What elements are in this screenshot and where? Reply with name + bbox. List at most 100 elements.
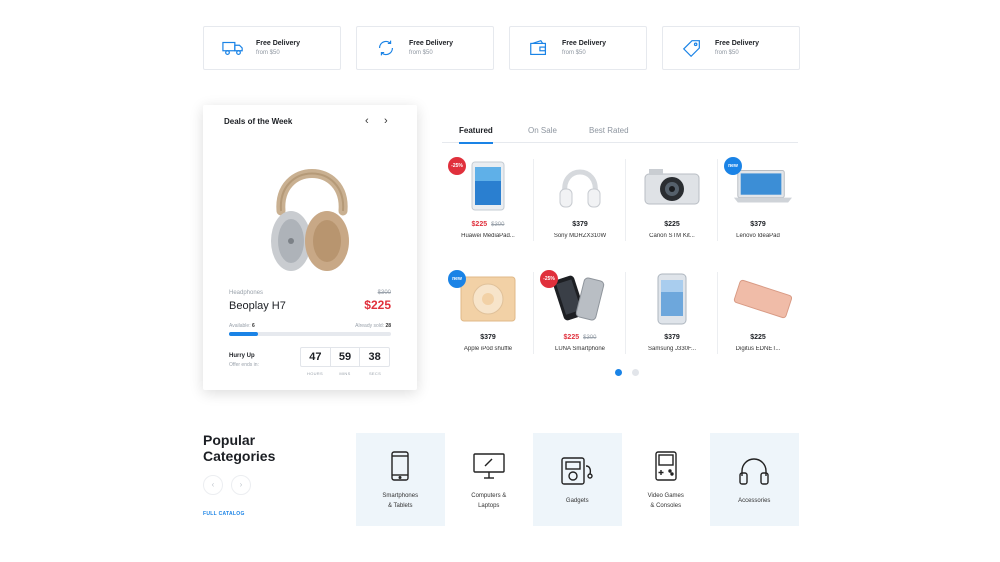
tab-on-sale[interactable]: On Sale	[528, 126, 557, 143]
product-card[interactable]: $225 Digitus EDNET...	[718, 268, 798, 360]
category-list: Smartphones & Tablets Computers & Laptop…	[356, 433, 799, 526]
product-image[interactable]	[642, 159, 702, 213]
product-card[interactable]: new $379 Lenovo IdeaPad	[718, 155, 798, 247]
features-strip: Free Delivery from $50 Free Delivery fro…	[203, 26, 800, 70]
deal-old-price: $300	[377, 290, 391, 296]
category-computers[interactable]: Computers & Laptops	[445, 433, 534, 526]
price: $225	[750, 334, 766, 341]
carousel-pagination	[615, 369, 639, 376]
countdown-timer: 47 59 38	[300, 347, 390, 367]
headphones-product-image[interactable]	[267, 141, 357, 281]
deal-progress-bar	[229, 332, 391, 336]
smartphone-icon	[383, 449, 417, 483]
feature-card-returns: Free Delivery from $50	[356, 26, 494, 70]
product-card[interactable]: -25% $225 $300 Huawei MediaPad...	[442, 155, 534, 247]
product-name[interactable]: Samsung J330F...	[626, 346, 718, 352]
timer-mins: 59	[331, 348, 361, 366]
feature-subtitle: from $50	[409, 49, 433, 56]
feature-card-delivery: Free Delivery from $50	[203, 26, 341, 70]
hurry-up-label: Hurry Up	[229, 353, 255, 359]
new-badge: new	[724, 157, 742, 175]
category-accessories[interactable]: Accessories	[710, 433, 799, 526]
product-tabs: Featured On Sale Best Rated	[442, 126, 798, 144]
tab-best-rated[interactable]: Best Rated	[589, 126, 629, 143]
category-smartphones[interactable]: Smartphones & Tablets	[356, 433, 445, 526]
deal-product-name[interactable]: Beoplay H7	[229, 300, 286, 312]
tag-icon	[679, 38, 705, 58]
pagination-dot-2[interactable]	[632, 369, 639, 376]
product-price: $225 $300	[442, 221, 534, 228]
deal-title: Deals of the Week	[224, 117, 293, 126]
tab-featured[interactable]: Featured	[459, 126, 493, 144]
category-label: Computers & Laptops	[471, 492, 507, 509]
refresh-icon	[373, 38, 399, 58]
product-image[interactable]	[732, 272, 792, 326]
category-gadgets[interactable]: Gadgets	[533, 433, 622, 526]
monitor-icon	[472, 449, 506, 483]
deal-prev-button[interactable]: ‹	[365, 115, 369, 127]
offer-ends-label: Offer ends in:	[229, 362, 259, 368]
pagination-dot-1[interactable]	[615, 369, 622, 376]
price: $379	[480, 334, 496, 341]
timer-labels: HOURS MINS SECS	[300, 371, 390, 376]
product-image[interactable]	[458, 272, 518, 326]
gameboy-icon	[649, 449, 683, 483]
popular-categories-title: Popular Categories	[203, 432, 276, 464]
sale-price: $225	[471, 221, 488, 228]
sale-badge: -25%	[540, 270, 558, 288]
price: $379	[664, 334, 680, 341]
deal-price: $225	[364, 298, 391, 312]
timer-mins-label: MINS	[339, 371, 351, 376]
product-image[interactable]	[550, 272, 610, 326]
timer-hours: 47	[301, 348, 331, 366]
category-video-games[interactable]: Video Games & Consoles	[622, 433, 711, 526]
timer-secs: 38	[368, 351, 381, 363]
product-name[interactable]: LUNA Smartphone	[534, 346, 626, 352]
price: $225	[664, 221, 680, 228]
product-card[interactable]: $379 Sony MDRZX310W	[534, 155, 626, 247]
deal-of-week-card[interactable]: Deals of the Week ‹ › Headphones $300 Be…	[203, 105, 417, 390]
feature-title: Free Delivery	[715, 39, 759, 47]
feature-subtitle: from $50	[562, 49, 586, 56]
product-image[interactable]	[458, 159, 518, 213]
feature-subtitle: from $50	[715, 49, 739, 56]
product-image[interactable]	[550, 159, 610, 213]
product-card[interactable]: new $379 Apple iPod shuffle	[442, 268, 534, 360]
timer-secs-label: SECS	[368, 371, 382, 376]
product-price: $225	[626, 221, 718, 228]
old-price: $300	[491, 222, 505, 228]
category-label: Accessories	[738, 497, 771, 504]
product-name[interactable]: Digitus EDNET...	[718, 346, 798, 352]
categories-prev-button[interactable]: ‹	[203, 475, 223, 495]
product-name[interactable]: Apple iPod shuffle	[442, 346, 534, 352]
product-card[interactable]: $225 Canon STM Kit...	[626, 155, 718, 247]
deal-available: Available: 6	[229, 323, 255, 329]
sale-badge: -25%	[448, 157, 466, 175]
sold-label: Already sold:	[355, 323, 385, 329]
product-name[interactable]: Huawei MediaPad...	[442, 233, 534, 239]
deal-next-button[interactable]: ›	[384, 115, 388, 127]
feature-card-payment: Free Delivery from $50	[509, 26, 647, 70]
sold-count: 28	[385, 323, 391, 329]
old-price: $300	[583, 335, 597, 341]
category-label: Video Games & Consoles	[647, 492, 684, 509]
available-label: Available:	[229, 323, 251, 329]
deal-sold: Already sold: 28	[355, 323, 391, 329]
feature-title: Free Delivery	[256, 39, 300, 47]
product-name[interactable]: Sony MDRZX310W	[534, 233, 626, 239]
feature-subtitle: from $50	[256, 49, 280, 56]
feature-title: Free Delivery	[562, 39, 606, 47]
headphones-icon	[737, 454, 771, 488]
sale-price: $225	[563, 334, 580, 341]
product-card[interactable]: $379 Samsung J330F...	[626, 268, 718, 360]
deal-progress-fill	[229, 332, 259, 336]
categories-next-button[interactable]: ›	[231, 475, 251, 495]
media-player-icon	[560, 454, 594, 488]
full-catalog-link[interactable]: FULL CATALOG	[203, 511, 245, 517]
product-name[interactable]: Lenovo IdeaPad	[718, 233, 798, 239]
product-card[interactable]: -25% $225 $300 LUNA Smartphone	[534, 268, 626, 360]
price: $379	[572, 221, 588, 228]
product-name[interactable]: Canon STM Kit...	[626, 233, 718, 239]
feature-title: Free Delivery	[409, 39, 453, 47]
product-image[interactable]	[642, 272, 702, 326]
